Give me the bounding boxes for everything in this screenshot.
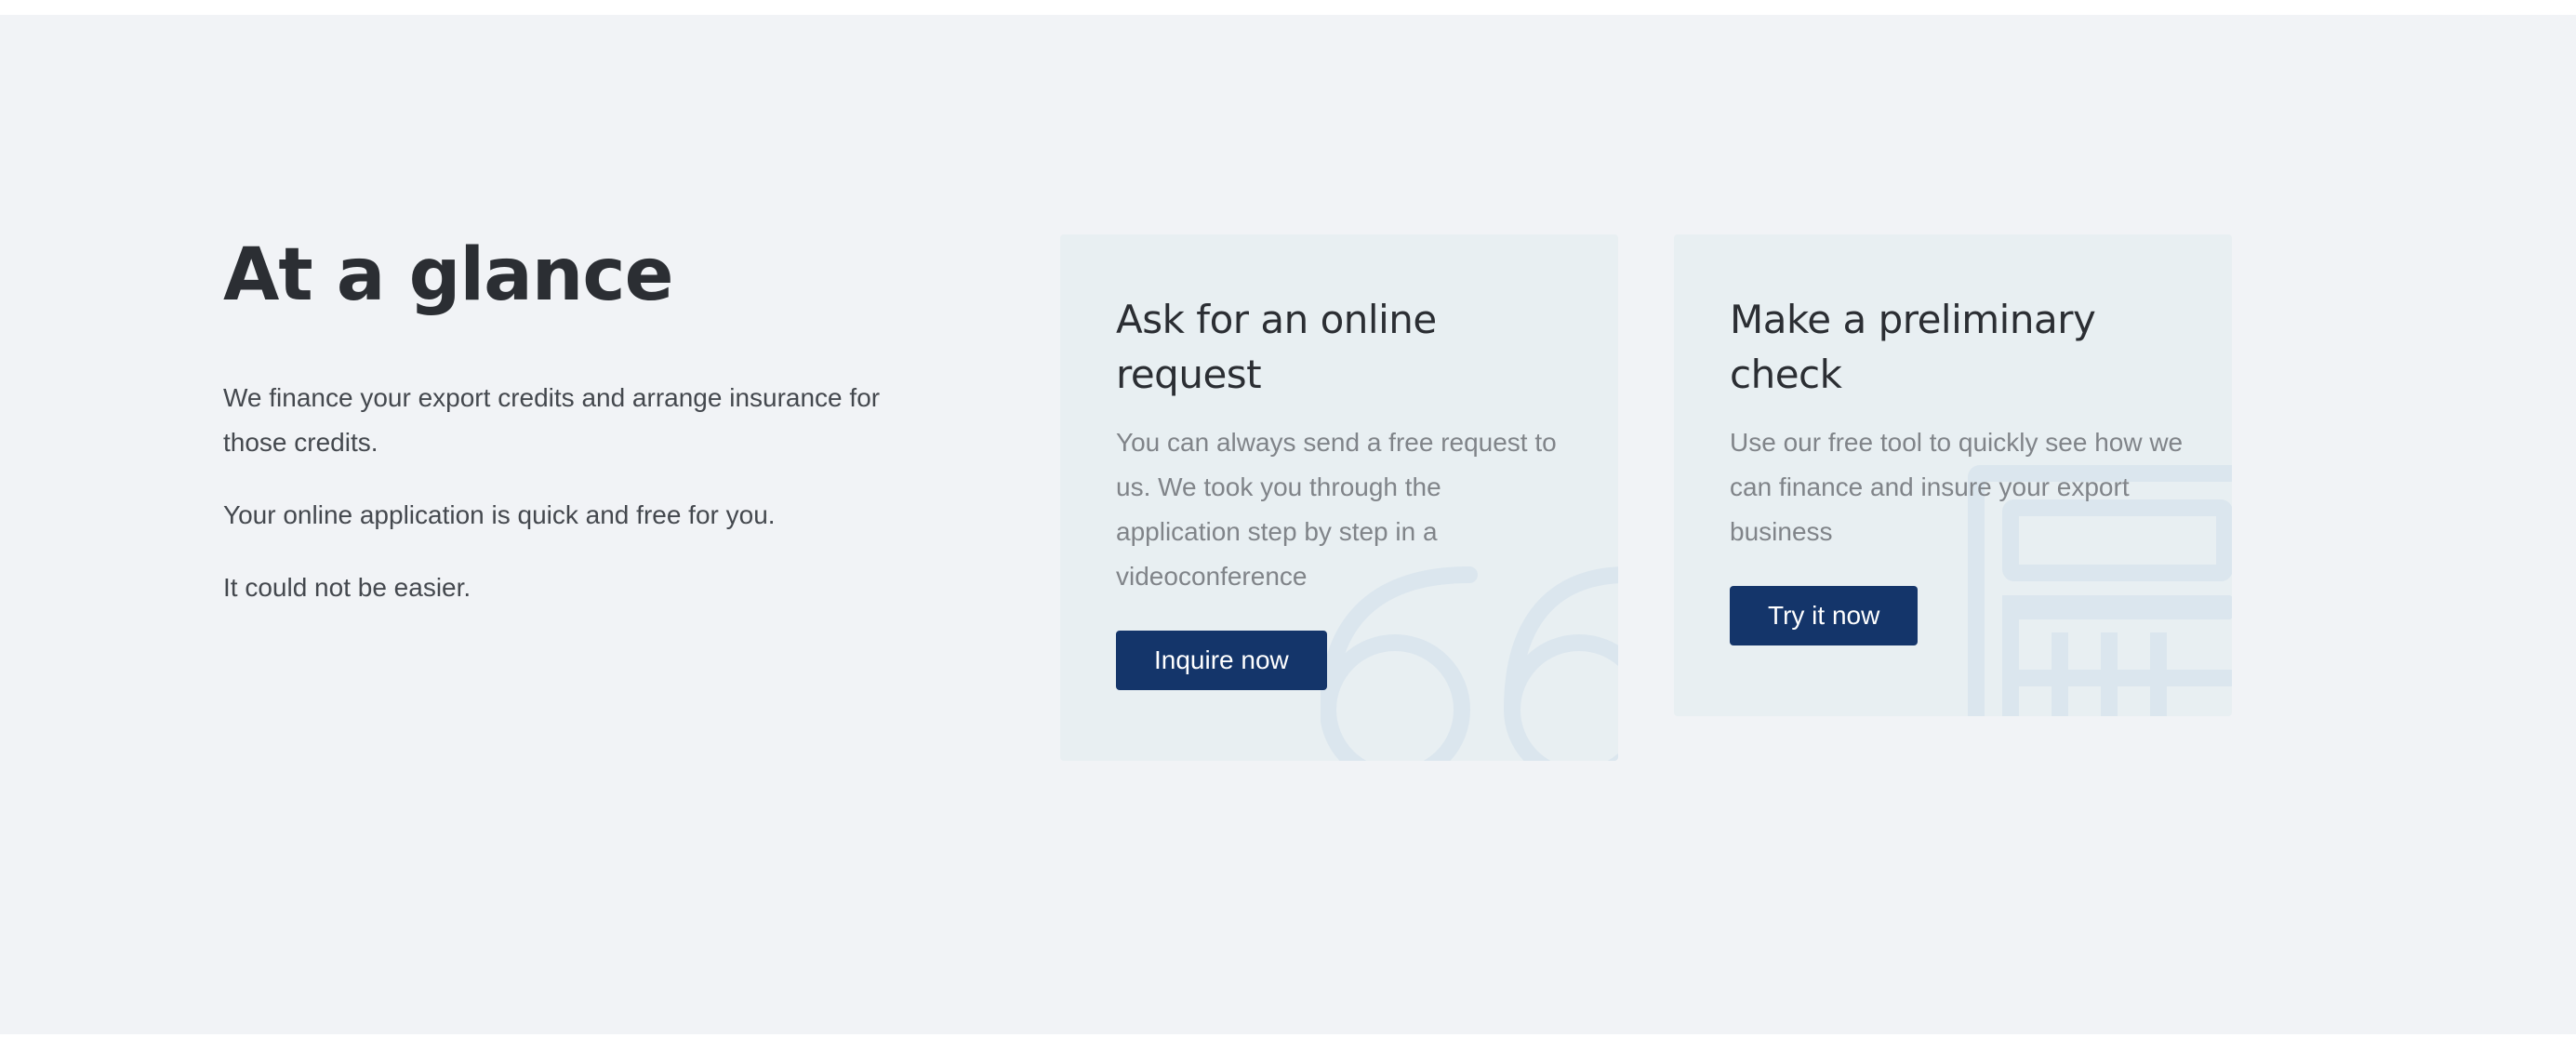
card-content: Ask for an online request You can always… <box>1116 292 1572 690</box>
preliminary-check-card: Make a preliminary check Use our free to… <box>1674 234 2232 716</box>
inquire-now-button[interactable]: Inquire now <box>1116 631 1327 690</box>
at-a-glance-section: At a glance We finance your export credi… <box>0 15 2576 1034</box>
intro-paragraph-easy: It could not be easier. <box>223 573 471 602</box>
intro-paragraph-application: Your online application is quick and fre… <box>223 500 776 529</box>
page-title: At a glance <box>223 233 673 317</box>
intro-paragraph-finance: We finance your export credits and arran… <box>223 383 881 457</box>
card-title: Ask for an online request <box>1116 297 1437 397</box>
card-text: You can always send a free request to us… <box>1116 428 1557 591</box>
card-title: Make a preliminary check <box>1730 297 2096 397</box>
card-text: Use our free tool to quickly see how we … <box>1730 428 2184 546</box>
intro: At a glance We finance your export credi… <box>223 229 911 610</box>
card-content: Make a preliminary check Use our free to… <box>1730 292 2195 645</box>
try-it-now-button[interactable]: Try it now <box>1730 586 1919 645</box>
online-request-card: Ask for an online request You can always… <box>1060 234 1618 761</box>
